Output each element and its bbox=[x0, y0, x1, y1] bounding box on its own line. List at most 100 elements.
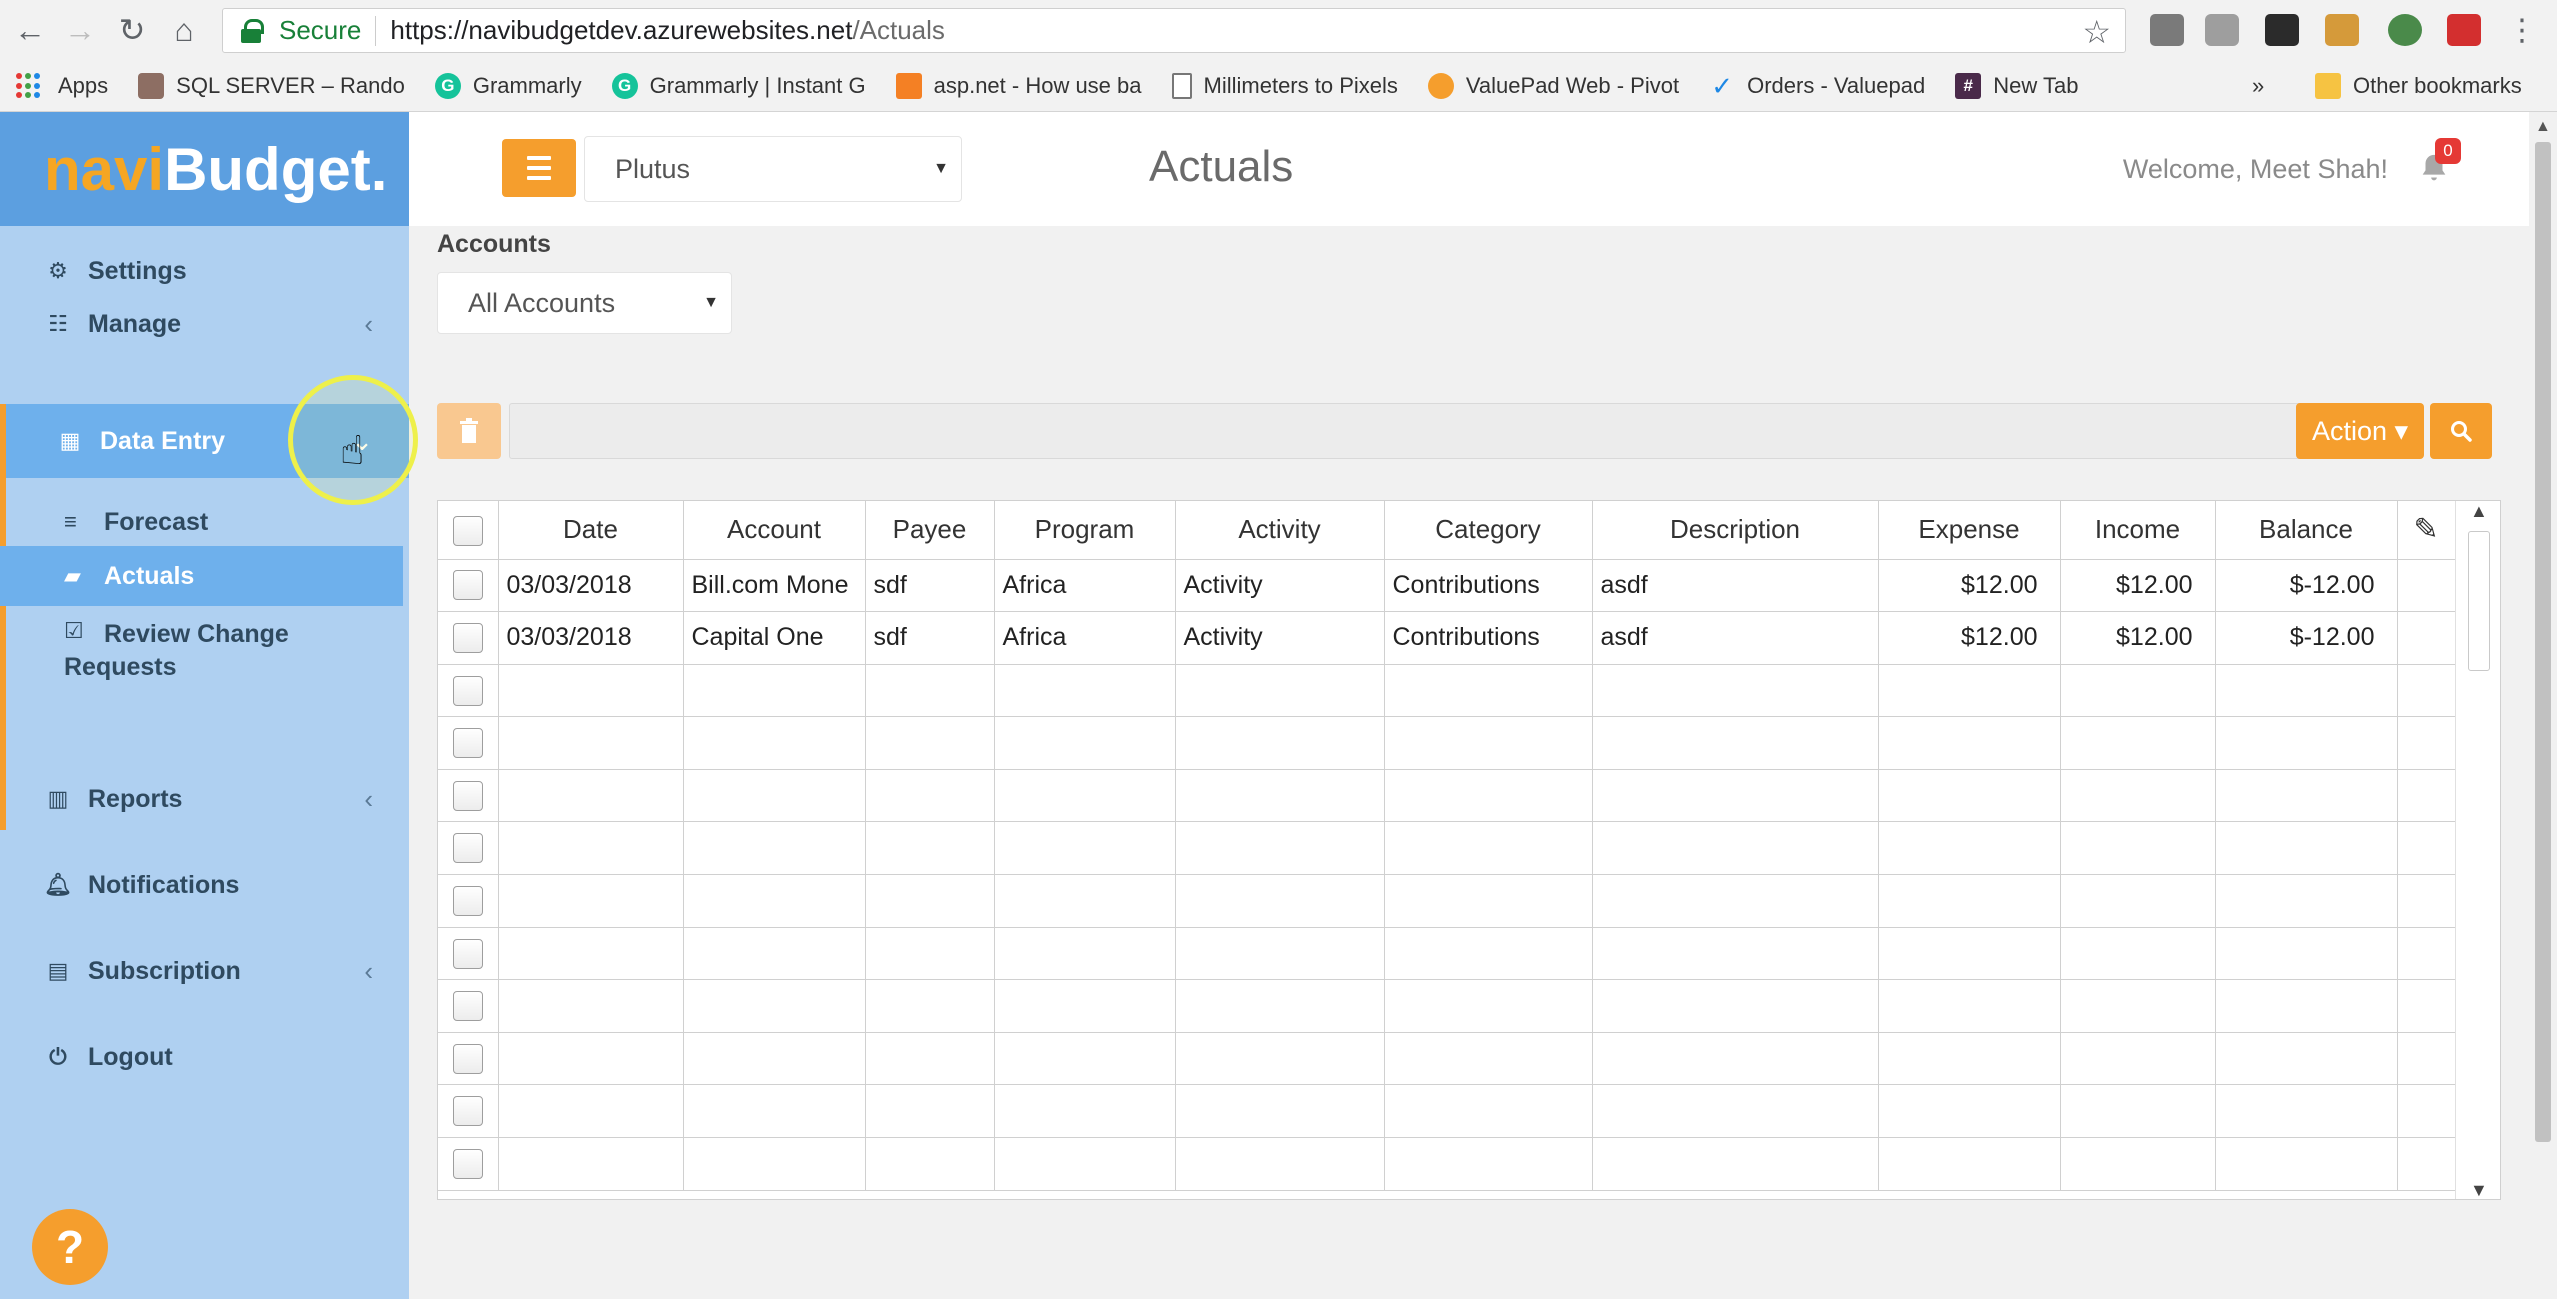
cell-date[interactable] bbox=[497, 663, 684, 718]
cell-activity[interactable] bbox=[1174, 1084, 1385, 1139]
cell-description[interactable] bbox=[1591, 821, 1879, 876]
cell-balance[interactable] bbox=[2214, 768, 2398, 823]
cell-balance[interactable] bbox=[2214, 1137, 2398, 1191]
cell-date[interactable] bbox=[497, 926, 684, 981]
cell-payee[interactable]: sdf bbox=[864, 611, 995, 665]
cell-activity[interactable] bbox=[1174, 926, 1385, 981]
cell-category[interactable] bbox=[1383, 821, 1593, 876]
organization-select[interactable]: Plutus ▼ bbox=[584, 136, 962, 202]
scroll-up-icon[interactable]: ▲ bbox=[2470, 501, 2488, 522]
cell-expense[interactable] bbox=[1877, 663, 2061, 718]
cell-income[interactable] bbox=[2059, 663, 2216, 718]
cell-category[interactable] bbox=[1383, 926, 1593, 981]
cell-account[interactable] bbox=[682, 663, 866, 718]
table-row[interactable] bbox=[438, 926, 2456, 981]
sidebar-item-actuals[interactable]: ▰ Actuals bbox=[0, 546, 403, 606]
search-button[interactable] bbox=[2430, 403, 2492, 459]
cell-category[interactable]: Contributions bbox=[1383, 558, 1593, 613]
cell-expense[interactable] bbox=[1877, 821, 2061, 876]
cell-program[interactable] bbox=[993, 979, 1176, 1033]
cell-account[interactable]: Bill.com Mone bbox=[682, 558, 866, 613]
cell-account[interactable] bbox=[682, 979, 866, 1033]
extension-icon[interactable] bbox=[2325, 14, 2359, 46]
cell-payee[interactable] bbox=[864, 821, 995, 876]
row-checkbox[interactable] bbox=[452, 675, 483, 706]
grid-scrollbar-thumb[interactable] bbox=[2468, 531, 2490, 671]
table-row[interactable] bbox=[438, 979, 2456, 1033]
sidebar-item-subscription[interactable]: ▤ Subscription ‹ bbox=[0, 934, 409, 1008]
cell-income[interactable] bbox=[2059, 1137, 2216, 1191]
cell-program[interactable] bbox=[993, 926, 1176, 981]
cell-category[interactable]: Contributions bbox=[1383, 611, 1593, 665]
cell-payee[interactable] bbox=[864, 1031, 995, 1086]
cell-expense[interactable] bbox=[1877, 979, 2061, 1033]
cell-category[interactable] bbox=[1383, 663, 1593, 718]
table-row[interactable] bbox=[438, 663, 2456, 718]
cell-activity[interactable]: Activity bbox=[1174, 558, 1385, 613]
bookmark-grammarly-instant[interactable]: G Grammarly | Instant G bbox=[611, 73, 866, 99]
column-header-activity[interactable]: Activity bbox=[1174, 501, 1385, 560]
cell-account[interactable] bbox=[682, 926, 866, 981]
menu-toggle-button[interactable] bbox=[502, 139, 576, 197]
cell-date[interactable] bbox=[497, 821, 684, 876]
cell-date[interactable] bbox=[497, 1031, 684, 1086]
cell-date[interactable]: 03/03/2018 bbox=[497, 558, 684, 613]
address-bar[interactable]: Secure https://navibudgetdev.azurewebsit… bbox=[222, 8, 2126, 53]
row-checkbox[interactable] bbox=[452, 728, 483, 759]
cell-category[interactable] bbox=[1383, 768, 1593, 823]
cell-program[interactable]: Africa bbox=[993, 558, 1176, 613]
cell-category[interactable] bbox=[1383, 1137, 1593, 1191]
cell-description[interactable] bbox=[1591, 979, 1879, 1033]
cell-income[interactable]: $12.00 bbox=[2059, 611, 2216, 665]
column-header-balance[interactable]: Balance bbox=[2214, 501, 2398, 560]
cell-balance[interactable] bbox=[2214, 979, 2398, 1033]
column-header-income[interactable]: Income bbox=[2059, 501, 2216, 560]
cell-balance[interactable] bbox=[2214, 926, 2398, 981]
edit-columns-icon[interactable]: ✎ bbox=[2396, 501, 2456, 560]
cell-expense[interactable] bbox=[1877, 1031, 2061, 1086]
cell-income[interactable] bbox=[2059, 1084, 2216, 1139]
cell-category[interactable] bbox=[1383, 979, 1593, 1033]
cell-expense[interactable] bbox=[1877, 874, 2061, 928]
cell-category[interactable] bbox=[1383, 1084, 1593, 1139]
sidebar-item-manage[interactable]: ☷ Manage ‹ bbox=[0, 287, 409, 361]
cell-payee[interactable] bbox=[864, 768, 995, 823]
table-row[interactable] bbox=[438, 1084, 2456, 1139]
table-row[interactable] bbox=[438, 1031, 2456, 1086]
cell-expense[interactable]: $12.00 bbox=[1877, 611, 2061, 665]
action-dropdown-button[interactable]: Action ▾ bbox=[2296, 403, 2424, 459]
other-bookmarks[interactable]: Other bookmarks bbox=[2315, 73, 2522, 99]
cell-balance[interactable] bbox=[2214, 663, 2398, 718]
column-header-payee[interactable]: Payee bbox=[864, 501, 995, 560]
cell-description[interactable] bbox=[1591, 926, 1879, 981]
cell-account[interactable]: Capital One bbox=[682, 611, 866, 665]
cell-balance[interactable] bbox=[2214, 821, 2398, 876]
extension-icon[interactable] bbox=[2150, 14, 2184, 46]
cell-income[interactable] bbox=[2059, 979, 2216, 1033]
bookmark-mm-to-px[interactable]: Millimeters to Pixels bbox=[1171, 73, 1398, 99]
bookmark-valuepad-orders[interactable]: ✓ Orders - Valuepad bbox=[1709, 71, 1925, 101]
table-row[interactable] bbox=[438, 1137, 2456, 1191]
row-checkbox[interactable] bbox=[452, 1043, 483, 1074]
cell-payee[interactable] bbox=[864, 979, 995, 1033]
bookmark-star-icon[interactable]: ☆ bbox=[2082, 13, 2111, 51]
cell-program[interactable] bbox=[993, 1084, 1176, 1139]
cell-program[interactable] bbox=[993, 663, 1176, 718]
cell-description[interactable] bbox=[1591, 1084, 1879, 1139]
table-row[interactable] bbox=[438, 821, 2456, 876]
cell-expense[interactable] bbox=[1877, 1084, 2061, 1139]
cell-program[interactable] bbox=[993, 1031, 1176, 1086]
cell-date[interactable] bbox=[497, 874, 684, 928]
cell-activity[interactable] bbox=[1174, 821, 1385, 876]
select-all-checkbox[interactable] bbox=[452, 515, 483, 546]
sidebar-item-reports[interactable]: ▥ Reports ‹ bbox=[0, 762, 409, 836]
cell-expense[interactable] bbox=[1877, 926, 2061, 981]
bookmark-sql-server[interactable]: SQL SERVER – Rando bbox=[138, 73, 405, 99]
cell-date[interactable] bbox=[497, 1084, 684, 1139]
cell-activity[interactable] bbox=[1174, 874, 1385, 928]
bookmark-grammarly[interactable]: G Grammarly bbox=[434, 73, 582, 99]
cell-description[interactable] bbox=[1591, 663, 1879, 718]
cell-account[interactable] bbox=[682, 821, 866, 876]
bookmark-valuepad-pivot[interactable]: ValuePad Web - Pivot bbox=[1427, 73, 1679, 99]
browser-menu-icon[interactable]: ⋮ bbox=[2502, 10, 2542, 50]
